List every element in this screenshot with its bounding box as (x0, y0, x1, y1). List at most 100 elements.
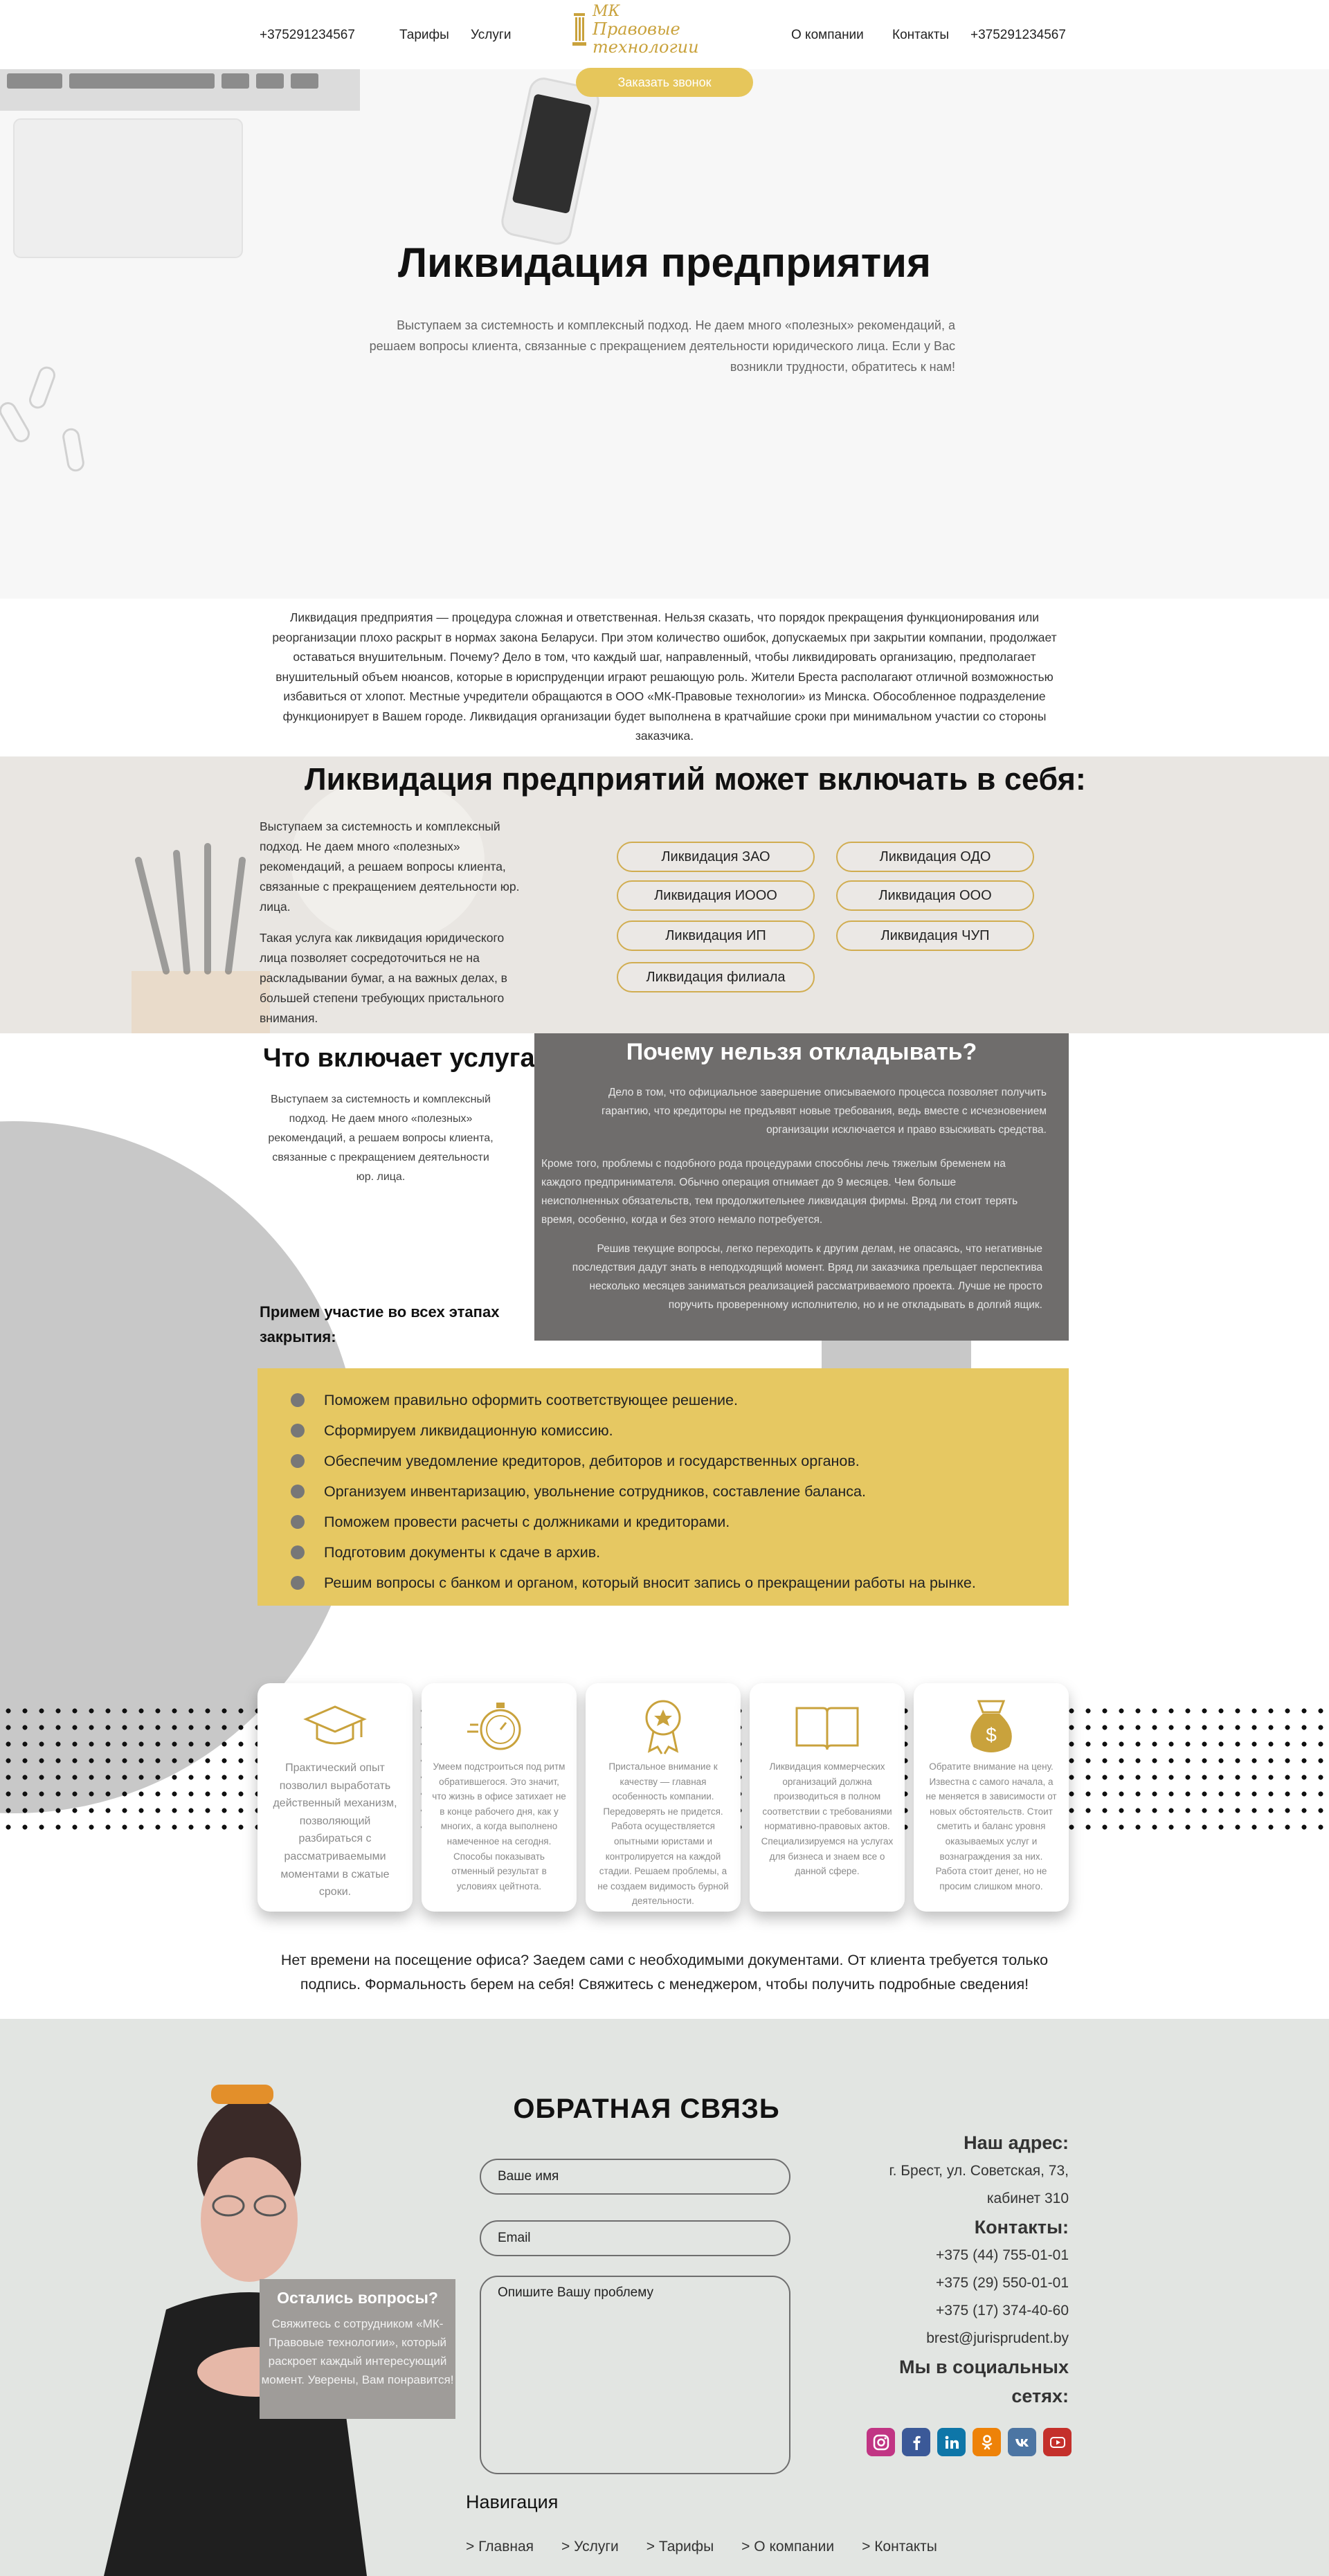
social-links (867, 2428, 1072, 2456)
award-medal-icon (645, 1700, 681, 1754)
bullet-icon (291, 1485, 305, 1498)
instagram-icon[interactable] (867, 2428, 895, 2456)
pill-branch[interactable]: Ликвидация филиала (617, 962, 815, 992)
odnoklassniki-icon[interactable] (973, 2428, 1001, 2456)
vk-icon[interactable] (1008, 2428, 1036, 2456)
phone-1[interactable]: +375 (44) 755-01-01 (833, 2242, 1069, 2269)
grey-tab-decoration (822, 1341, 971, 1368)
why-paragraph-3: Решив текущие вопросы, легко переходить … (572, 1243, 1042, 1311)
list-item: Поможем правильно оформить соответствующ… (291, 1385, 976, 1415)
youtube-icon[interactable] (1043, 2428, 1072, 2456)
bullet-icon (291, 1393, 305, 1407)
header-phone-right[interactable]: +375291234567 (970, 28, 1066, 43)
includes-paragraph-2: Такая услуга как ликвидация юридического… (260, 931, 507, 1025)
bullet-icon (291, 1545, 305, 1559)
open-book-icon (795, 1707, 859, 1750)
graduation-cap-icon (303, 1705, 367, 1745)
stages-list-box: Поможем правильно оформить соответствующ… (257, 1368, 1069, 1606)
advantage-card: Практический опыт позволил выработать де… (257, 1683, 413, 1912)
logo-line2: Правовые технологии (593, 19, 699, 57)
logo-pillar-icon (572, 12, 587, 48)
stages-title: Примем участие во всех этапах закрытия: (260, 1303, 500, 1345)
bullet-icon (291, 1515, 305, 1529)
bullet-icon (291, 1454, 305, 1468)
footer-nav-title: Навигация (466, 2492, 559, 2512)
pill-ooo[interactable]: Ликвидация ООО (836, 880, 1034, 911)
why-title: Почему нельзя откладывать? (626, 1039, 977, 1065)
linkedin-icon[interactable] (937, 2428, 966, 2456)
nav-tariffs[interactable]: Тарифы (399, 28, 449, 43)
feedback-title: ОБРАТНАЯ СВЯЗЬ (513, 2094, 780, 2124)
problem-textarea[interactable] (480, 2276, 790, 2474)
footer-nav: > Главная > Услуги > Тарифы > О компании… (466, 2539, 937, 2555)
card-text: Обратите внимание на цену. Известна с са… (925, 1761, 1057, 1892)
advantage-card: $ Обратите внимание на цену. Известна с … (914, 1683, 1069, 1912)
advantage-card: Ликвидация коммерческих организаций долж… (750, 1683, 905, 1912)
list-item: Подготовим документы к сдаче в архив. (291, 1537, 976, 1568)
pill-zao[interactable]: Ликвидация ЗАО (617, 842, 815, 872)
phone-2[interactable]: +375 (29) 550-01-01 (833, 2269, 1069, 2297)
logo[interactable]: МК Правовые технологии (572, 3, 759, 56)
bullet-icon (291, 1424, 305, 1437)
pill-ip[interactable]: Ликвидация ИП (617, 920, 815, 951)
pill-iooo[interactable]: Ликвидация ИООО (617, 880, 815, 911)
address-title: Наш адрес: (964, 2132, 1069, 2153)
social-title-line-1: Мы в социальных (898, 2357, 1069, 2377)
header-phone-left[interactable]: +375291234567 (260, 28, 355, 43)
list-item: Поможем провести расчеты с должниками и … (291, 1507, 976, 1537)
footer-nav-home[interactable]: > Главная (466, 2539, 534, 2555)
logo-line1: МК (593, 2, 620, 20)
pill-odo[interactable]: Ликвидация ОДО (836, 842, 1034, 872)
footer-nav-contacts[interactable]: > Контакты (862, 2539, 937, 2555)
footer-nav-about[interactable]: > О компании (741, 2539, 834, 2555)
list-item: Организуем инвентаризацию, увольнение со… (291, 1476, 976, 1507)
nav-contacts[interactable]: Контакты (892, 28, 949, 43)
bullet-icon (291, 1576, 305, 1590)
why-paragraph-2: Кроме того, проблемы с подобного рода пр… (541, 1158, 1018, 1226)
intro-text: Ликвидация предприятия — процедура сложн… (272, 610, 1057, 743)
questions-text: Свяжитесь с сотрудником «МК-Правовые тех… (261, 2317, 454, 2386)
stages-list: Поможем правильно оформить соответствующ… (291, 1385, 976, 1598)
money-bag-icon: $ (970, 1700, 1012, 1752)
contacts-block: Наш адрес: г. Брест, ул. Советская, 73, … (833, 2128, 1069, 2411)
includes-title: Ликвидация предприятий может включать в … (305, 761, 1086, 797)
order-call-button[interactable]: Заказать звонок (576, 68, 753, 97)
footer-nav-services[interactable]: > Услуги (561, 2539, 619, 2555)
card-text: Практический опыт позволил выработать де… (273, 1762, 397, 1898)
questions-box: Остались вопросы? Свяжитесь с сотруднико… (260, 2279, 455, 2419)
no-office-text: Нет времени на посещение офиса? Заедем с… (280, 1952, 1049, 1993)
why-paragraph-1: Дело в том, что официальное завершение о… (602, 1087, 1047, 1136)
includes-description: Выступаем за системность и комплексный п… (260, 817, 533, 1040)
nav-services[interactable]: Услуги (471, 28, 511, 43)
hero-description: Выступаем за системность и комплексный п… (369, 318, 955, 374)
card-text: Пристальное внимание к качеству — главна… (597, 1761, 729, 1907)
logo-text: МК Правовые технологии (593, 3, 759, 57)
card-text: Умеем подстроиться под ритм обратившегос… (432, 1761, 566, 1892)
address-line-1: г. Брест, ул. Советская, 73, (889, 2163, 1069, 2179)
nav-about[interactable]: О компании (791, 28, 864, 43)
site-header: +375291234567 Тарифы Услуги МК Правовые … (0, 0, 1329, 69)
footer-nav-tariffs[interactable]: > Тарифы (647, 2539, 714, 2555)
page-title: Ликвидация предприятия (397, 239, 932, 286)
name-field[interactable] (480, 2159, 790, 2195)
email-field[interactable] (480, 2220, 790, 2256)
social-title-line-2: сетях: (1011, 2386, 1069, 2406)
facebook-icon[interactable] (902, 2428, 930, 2456)
address-line-2: кабинет 310 (986, 2190, 1069, 2206)
what-title: Что включает услуга? (263, 1044, 551, 1073)
includes-paragraph-1: Выступаем за системность и комплексный п… (260, 819, 520, 914)
email-link[interactable]: brest@jurisprudent.by (833, 2325, 1069, 2352)
contacts-title: Контакты: (974, 2217, 1069, 2238)
list-item: Решим вопросы с банком и органом, которы… (291, 1568, 976, 1598)
what-text: Выступаем за системность и комплексный п… (268, 1094, 494, 1183)
phone-3[interactable]: +375 (17) 374-40-60 (833, 2297, 1069, 2325)
advantage-card: Умеем подстроиться под ритм обратившегос… (422, 1683, 577, 1912)
pill-chup[interactable]: Ликвидация ЧУП (836, 920, 1034, 951)
questions-title: Остались вопросы? (277, 2289, 438, 2307)
svg-text:$: $ (986, 1724, 997, 1745)
stopwatch-icon (467, 1703, 521, 1750)
advantage-card: Пристальное внимание к качеству — главна… (586, 1683, 741, 1912)
list-item: Обеспечим уведомление кредиторов, дебито… (291, 1446, 976, 1476)
why-box: Почему нельзя откладывать? Дело в том, ч… (534, 1033, 1069, 1341)
list-item: Сформируем ликвидационную комиссию. (291, 1415, 976, 1446)
